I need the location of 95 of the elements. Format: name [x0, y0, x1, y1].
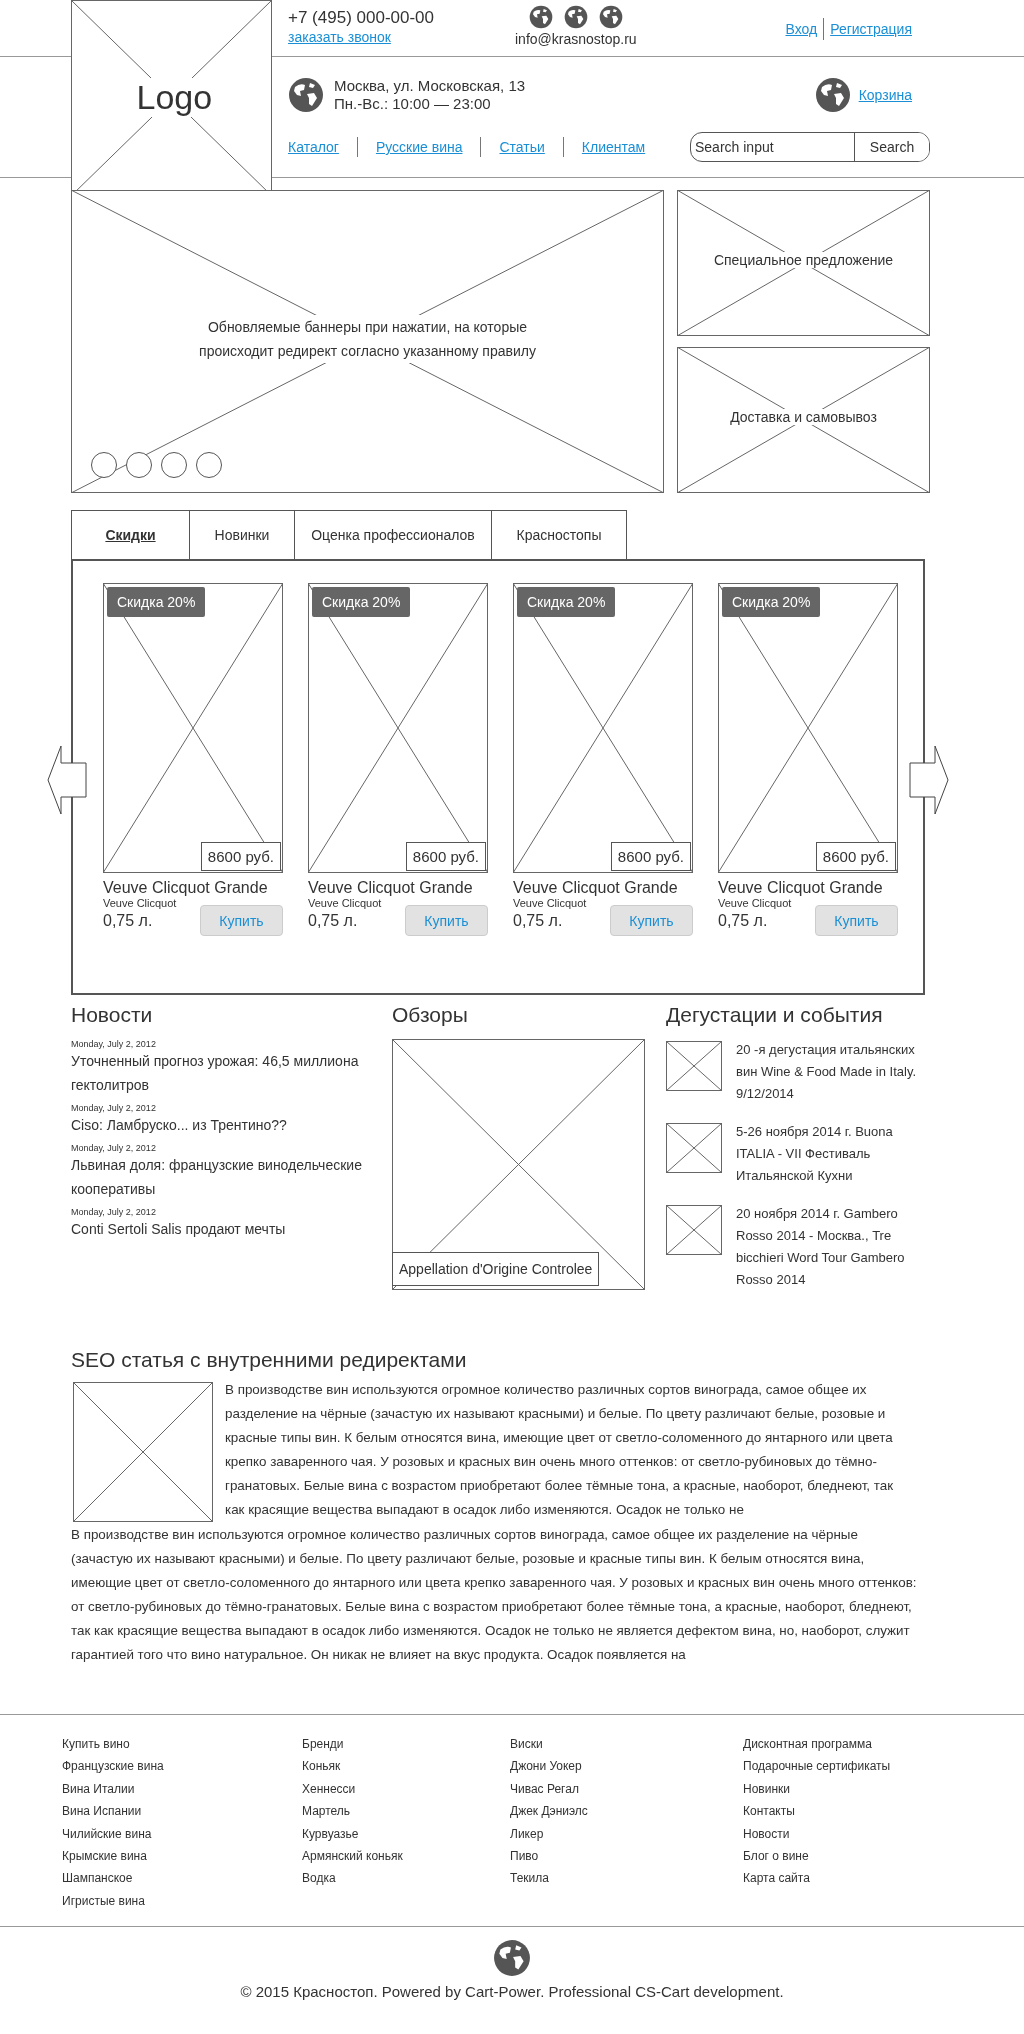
- tab[interactable]: Красностопы: [491, 510, 627, 559]
- discount-badge: Скидка 20%: [722, 587, 821, 617]
- nav-link[interactable]: Русские вина: [375, 139, 463, 155]
- left-arrow-icon[interactable]: [47, 745, 87, 815]
- event-text[interactable]: 20 -я дегустация итальянских вин Wine & Food Made in Italy. 9/12/2014: [736, 1039, 926, 1105]
- address-text: Москва, ул. Московская, 13: [334, 77, 526, 95]
- search-button[interactable]: Search: [854, 133, 929, 161]
- right-arrow-icon[interactable]: [909, 745, 949, 815]
- product-volume: 0,75 л.: [513, 911, 563, 930]
- footer-link[interactable]: Дисконтная программа: [743, 1733, 963, 1756]
- product-brand: Veuve Clicquot: [103, 897, 178, 909]
- register-link[interactable]: Регистрация: [830, 21, 912, 37]
- footer-link[interactable]: Купить вино: [62, 1733, 302, 1756]
- footer-link[interactable]: Коньяк: [302, 1755, 510, 1778]
- news-title[interactable]: Львиная доля: французские винодельческие кооперативы: [71, 1153, 392, 1201]
- footer-link[interactable]: Вина Италии: [62, 1777, 302, 1801]
- footer-link[interactable]: Армянский коньяк: [302, 1845, 510, 1868]
- globe-icon: [528, 5, 553, 29]
- price-tag: 8600 руб.: [610, 842, 691, 871]
- nav-link[interactable]: Клиентам: [581, 139, 646, 155]
- news-date: Monday, July 2, 2012: [71, 1039, 157, 1049]
- section-title: Новости: [71, 1003, 154, 1027]
- review-caption: Appellation d'Origine Controlee: [392, 1252, 600, 1286]
- globe-icon: [814, 77, 851, 113]
- footer-link[interactable]: Карта сайта: [743, 1867, 963, 1890]
- section-title: Дегустации и события: [666, 1003, 884, 1027]
- footer-link[interactable]: Хеннесси: [302, 1777, 510, 1801]
- news-title[interactable]: Conti Sertoli Salis продают мечты: [71, 1217, 392, 1241]
- price-tag: 8600 руб.: [200, 842, 281, 871]
- copyright-text: © 2015 Красностоп. Powered by Cart-Power. Professional CS-Cart development.: [240, 1983, 784, 2000]
- price-tag: 8600 руб.: [405, 842, 486, 871]
- nav-link[interactable]: Статьи: [499, 139, 545, 155]
- news-date: Monday, July 2, 2012: [71, 1143, 157, 1153]
- news-title[interactable]: Ciso: Ламбруско... из Трентино??: [71, 1113, 392, 1137]
- article-paragraph: В производстве вин используются огромное количество различных сортов винограда, самое общее их разделение на чёрные (зачастую их называют красными) и белые. По цвету различают белые, розовые и красные типы вин. К белым относятся вина, имеющие цвет от светло-соломенного до янтарного или цвета крепко заваренного чая. У розовых и красных вин очень много оттенков: от светло-рубиновых до тёмно-гранатовых. Белые вина с возрастом приобретают более тёмные тона, а красные, наоборот, бледнеют, так как красящие вещества выпадают в осадок либо изменяются. Осадок не только не является дефектом вина, но, наоборот, служит гарантией того что вино натуральное. Он никак не влияет на вкус продукта. Осадок появляется на: [71, 1526, 918, 1664]
- footer-link[interactable]: Джони Уокер: [510, 1755, 743, 1778]
- image-placeholder: [666, 1041, 722, 1091]
- footer-link[interactable]: Виски: [510, 1733, 743, 1756]
- footer-link[interactable]: Пиво: [510, 1845, 743, 1868]
- opening-hours: Пн.-Вс.: 10:00 — 23:00: [334, 95, 492, 113]
- product-name: Veuve Clicquot Grande: [308, 879, 474, 897]
- footer-link[interactable]: Блог о вине: [743, 1845, 963, 1868]
- footer-link[interactable]: Шампанское: [62, 1867, 302, 1890]
- article-title: SEO статья с внутренними редиректами: [71, 1348, 468, 1372]
- discount-badge: Скидка 20%: [517, 587, 616, 617]
- footer-link[interactable]: Подарочные сертификаты: [743, 1755, 963, 1778]
- footer-link[interactable]: Игристые вина: [62, 1889, 302, 1913]
- phone-number: +7 (495) 000-00-00: [288, 8, 436, 28]
- search-field[interactable]: Search input Search: [690, 132, 930, 162]
- footer-link[interactable]: Водка: [302, 1867, 510, 1890]
- event-text[interactable]: 5-26 ноября 2014 г. Buona ITALIA - VII Фестиваль Итальянской Кухни: [736, 1121, 926, 1187]
- footer-link[interactable]: Французские вина: [62, 1755, 302, 1778]
- footer-link[interactable]: Мартель: [302, 1800, 510, 1823]
- news-date: Monday, July 2, 2012: [71, 1103, 157, 1113]
- footer-link[interactable]: Новинки: [743, 1777, 963, 1801]
- product-name: Veuve Clicquot Grande: [103, 879, 269, 897]
- news-date: Monday, July 2, 2012: [71, 1207, 157, 1217]
- event-text[interactable]: 20 ноября 2014 г. Gambero Rosso 2014 - Москва., Tre bicchieri Word Tour Gambero Rosso 2014: [736, 1203, 926, 1291]
- footer-link[interactable]: Бренди: [302, 1733, 510, 1756]
- footer-link[interactable]: Новости: [743, 1822, 963, 1846]
- price-tag: 8600 руб.: [815, 842, 896, 871]
- globe-icon: [493, 1939, 531, 1977]
- product-brand: Veuve Clicquot: [308, 897, 383, 909]
- footer-link[interactable]: Вина Испании: [62, 1800, 302, 1823]
- footer-link[interactable]: Чивас Регал: [510, 1777, 743, 1801]
- footer-link[interactable]: Джек Дэниэлс: [510, 1800, 743, 1823]
- globe-icon: [288, 77, 324, 113]
- globe-icon: [563, 5, 588, 29]
- tab[interactable]: Скидки: [71, 510, 190, 559]
- login-link[interactable]: Вход: [785, 21, 818, 37]
- footer-link[interactable]: Ликер: [510, 1822, 743, 1846]
- image-placeholder: [666, 1205, 722, 1255]
- globe-icon: [598, 5, 623, 29]
- footer-link[interactable]: Контакты: [743, 1800, 963, 1823]
- callback-link[interactable]: заказать звонок: [288, 29, 391, 45]
- section-title: Обзоры: [392, 1003, 469, 1027]
- product-brand: Veuve Clicquot: [718, 897, 793, 909]
- footer-link[interactable]: Чилийские вина: [62, 1822, 302, 1846]
- product-name: Veuve Clicquot Grande: [718, 879, 884, 897]
- news-title[interactable]: Уточненный прогноз урожая: 46,5 миллиона гектолитров: [71, 1049, 392, 1097]
- product-volume: 0,75 л.: [308, 911, 358, 930]
- cart-link[interactable]: Корзина: [858, 87, 912, 103]
- product-brand: Veuve Clicquot: [513, 897, 588, 909]
- article-paragraph: В производстве вин используются огромное количество различных сортов винограда, самое общее их разделение на чёрные (зачастую их называют красными) и белые. По цвету различают белые, розовые и красные типы вин. К белым относятся вина, имеющие цвет от светло-соломенного до янтарного или цвета крепко заваренного чая. У розовых и красных вин очень много оттенков: от светло-рубиновых до тёмно-гранатовых. Белые вина с возрастом приобретают более тёмные тона, а красные, наоборот, бледнеют, так как красящие вещества выпадают в осадок либо изменяются. Осадок не только не: [225, 1381, 895, 1519]
- image-placeholder: [666, 1123, 722, 1173]
- footer-link[interactable]: Текила: [510, 1867, 743, 1890]
- footer-link[interactable]: Курвуазье: [302, 1822, 510, 1846]
- product-volume: 0,75 л.: [718, 911, 768, 930]
- footer-link[interactable]: Крымские вина: [62, 1845, 302, 1868]
- email-address: info@krasnostop.ru: [515, 31, 637, 47]
- nav-link[interactable]: Каталог: [288, 139, 339, 155]
- discount-badge: Скидка 20%: [107, 587, 206, 617]
- product-volume: 0,75 л.: [103, 911, 153, 930]
- discount-badge: Скидка 20%: [312, 587, 411, 617]
- product-name: Veuve Clicquot Grande: [513, 879, 679, 897]
